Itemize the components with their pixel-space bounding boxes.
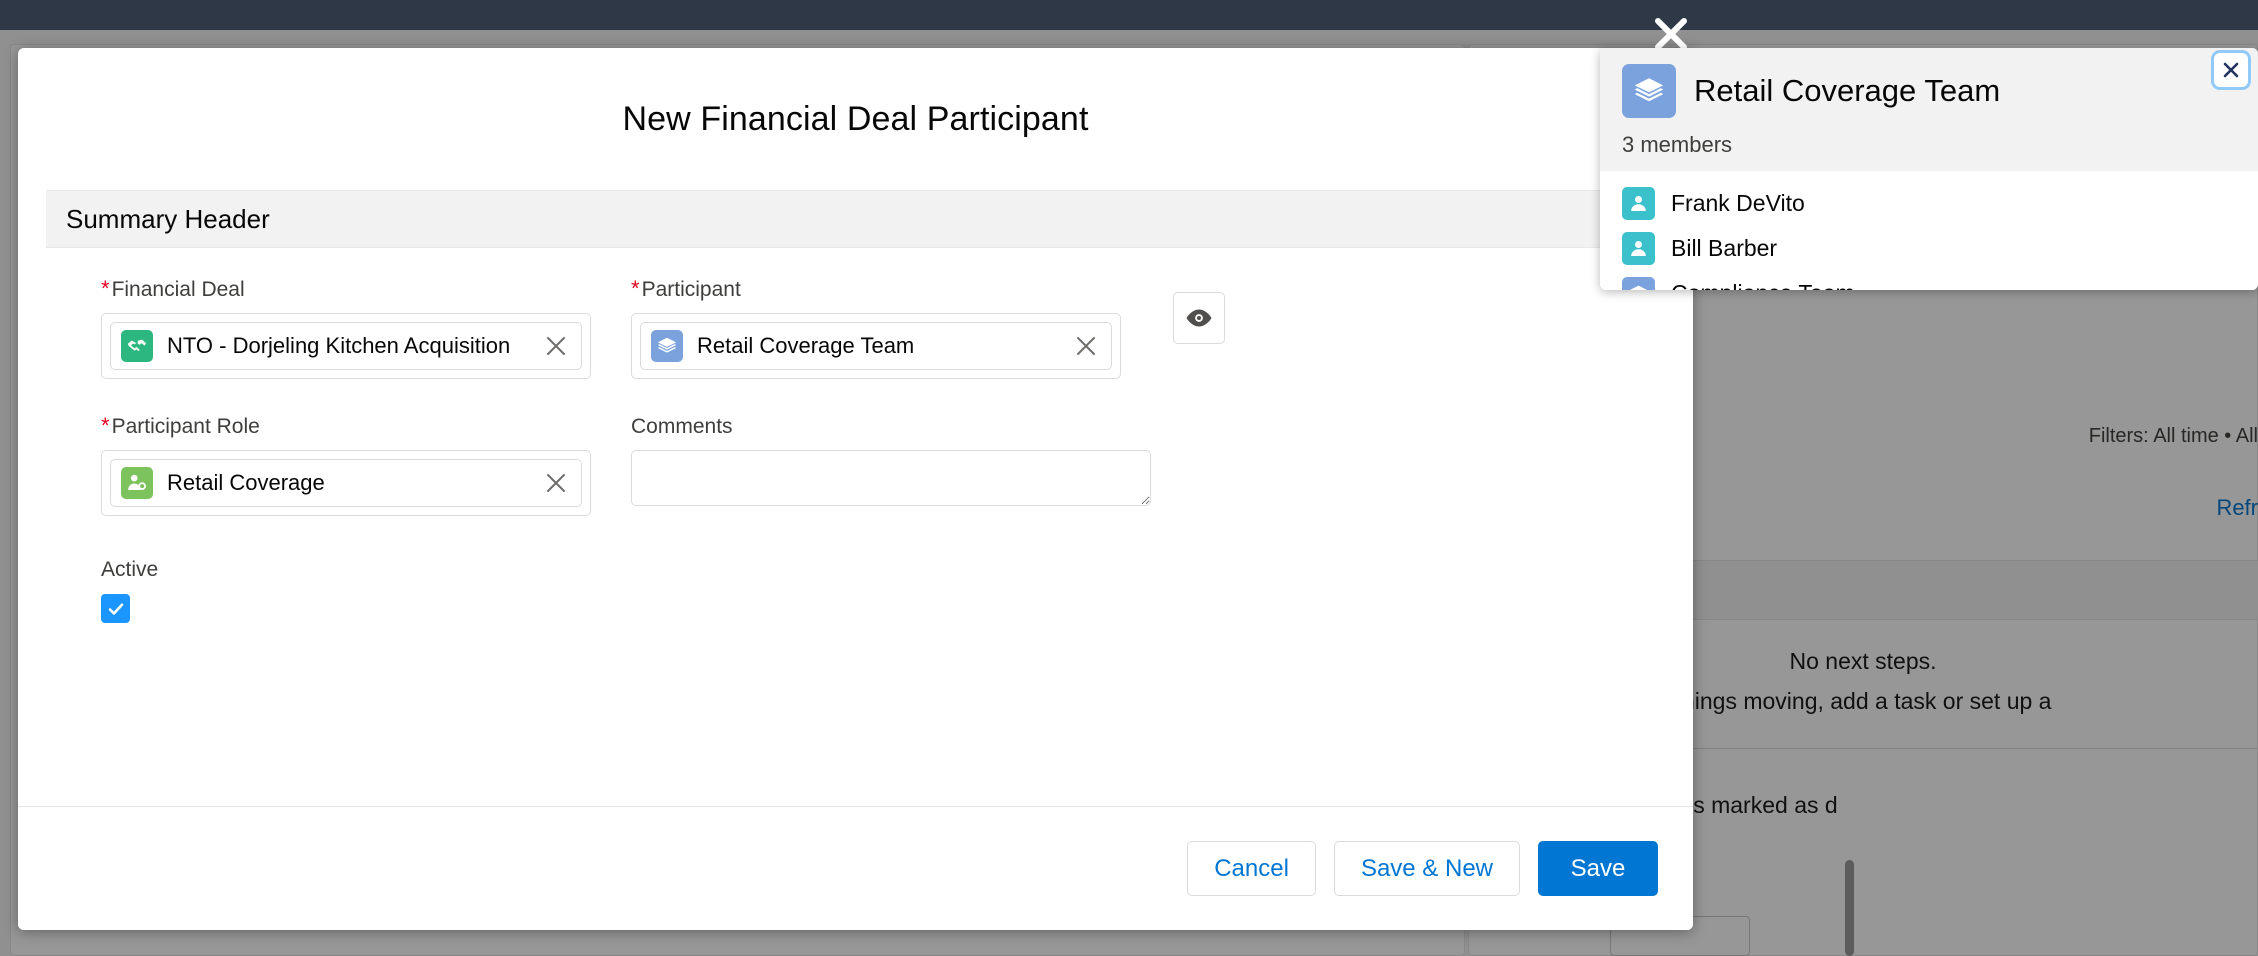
participant-value: Retail Coverage Team: [697, 333, 915, 358]
new-financial-deal-participant-modal: New Financial Deal Participant Summary H…: [18, 48, 1693, 930]
user-icon: [1622, 232, 1655, 265]
popover-close-button[interactable]: [2214, 53, 2248, 87]
form-body: * Financial Deal NTO - Dorjeling Kitchen…: [18, 248, 1693, 794]
financial-deal-label-text: Financial Deal: [111, 278, 245, 301]
list-item[interactable]: Compliance Team: [1622, 271, 2258, 290]
participant-lookup[interactable]: Retail Coverage Team: [631, 313, 1121, 379]
check-icon: [108, 603, 123, 615]
active-label: Active: [101, 558, 159, 581]
list-item-label: Bill Barber: [1671, 235, 1778, 261]
comments-label-text: Comments: [631, 415, 733, 438]
financial-deal-lookup[interactable]: NTO - Dorjeling Kitchen Acquisition: [101, 313, 591, 379]
participant-label-text: Participant: [641, 278, 741, 301]
modal-header: New Financial Deal Participant: [18, 48, 1693, 190]
modal-footer: Cancel Save & New Save: [18, 806, 1693, 930]
comments-label: Comments: [631, 415, 1161, 441]
financial-deal-pill[interactable]: NTO - Dorjeling Kitchen Acquisition: [110, 322, 582, 370]
form-row-2: * Participant Role Retail Coverage Comme…: [46, 415, 1665, 516]
public-group-layers-icon: [1622, 64, 1676, 118]
required-indicator: *: [101, 276, 110, 301]
participant-label: * Participant: [631, 278, 1161, 304]
popover-header: Retail Coverage Team 3 members: [1600, 48, 2258, 171]
list-item-label: Compliance Team: [1671, 280, 1855, 290]
participant-pill[interactable]: Retail Coverage Team: [640, 322, 1112, 370]
deal-handshake-icon: [121, 330, 153, 362]
financial-deal-label: * Financial Deal: [101, 278, 591, 304]
participant-role-pill[interactable]: Retail Coverage: [110, 459, 582, 507]
active-checkbox[interactable]: [101, 594, 130, 623]
participant-role-field: * Participant Role Retail Coverage: [46, 415, 616, 516]
participant-role-value: Retail Coverage: [167, 470, 325, 495]
user-role-icon: [121, 467, 153, 499]
participant-clear-icon[interactable]: [1071, 331, 1101, 361]
save-and-new-button[interactable]: Save & New: [1333, 841, 1520, 896]
financial-deal-clear-icon[interactable]: [541, 331, 571, 361]
participant-field: * Participant Retail Coverage Team: [616, 278, 1186, 379]
participant-role-label: * Participant Role: [101, 415, 591, 441]
summary-header-section: Summary Header: [46, 190, 1665, 248]
participant-preview-button[interactable]: [1173, 292, 1225, 344]
list-item-label: Frank DeVito: [1671, 190, 1805, 216]
participant-role-label-text: Participant Role: [111, 415, 260, 438]
popover-member-list: Frank DeVito Bill Barber Compliance Team: [1600, 171, 2258, 290]
popover-title-row: Retail Coverage Team: [1622, 64, 2236, 118]
required-indicator: *: [631, 276, 640, 301]
comments-field: Comments: [616, 415, 1186, 516]
modal-title: New Financial Deal Participant: [622, 99, 1089, 138]
save-button[interactable]: Save: [1538, 841, 1658, 896]
comments-input[interactable]: [631, 450, 1151, 506]
user-icon: [1622, 187, 1655, 220]
eye-preview-icon: [1186, 309, 1212, 327]
cancel-button[interactable]: Cancel: [1187, 841, 1316, 896]
close-icon: [2223, 62, 2239, 78]
financial-deal-field: * Financial Deal NTO - Dorjeling Kitchen…: [46, 278, 616, 379]
required-indicator: *: [101, 413, 110, 438]
participant-role-clear-icon[interactable]: [541, 468, 571, 498]
list-item[interactable]: Frank DeVito: [1622, 181, 2258, 226]
list-item[interactable]: Bill Barber: [1622, 226, 2258, 271]
financial-deal-value: NTO - Dorjeling Kitchen Acquisition: [167, 333, 511, 358]
group-members-popover: Retail Coverage Team 3 members Frank DeV…: [1600, 48, 2258, 290]
summary-header-title: Summary Header: [66, 203, 270, 234]
popover-title: Retail Coverage Team: [1694, 73, 2001, 108]
public-group-layers-icon: [651, 330, 683, 362]
form-row-1: * Financial Deal NTO - Dorjeling Kitchen…: [46, 278, 1665, 379]
public-group-layers-icon: [1622, 277, 1655, 290]
active-field: Active: [46, 558, 1665, 623]
popover-member-count: 3 members: [1622, 132, 1733, 157]
participant-role-lookup[interactable]: Retail Coverage: [101, 450, 591, 516]
